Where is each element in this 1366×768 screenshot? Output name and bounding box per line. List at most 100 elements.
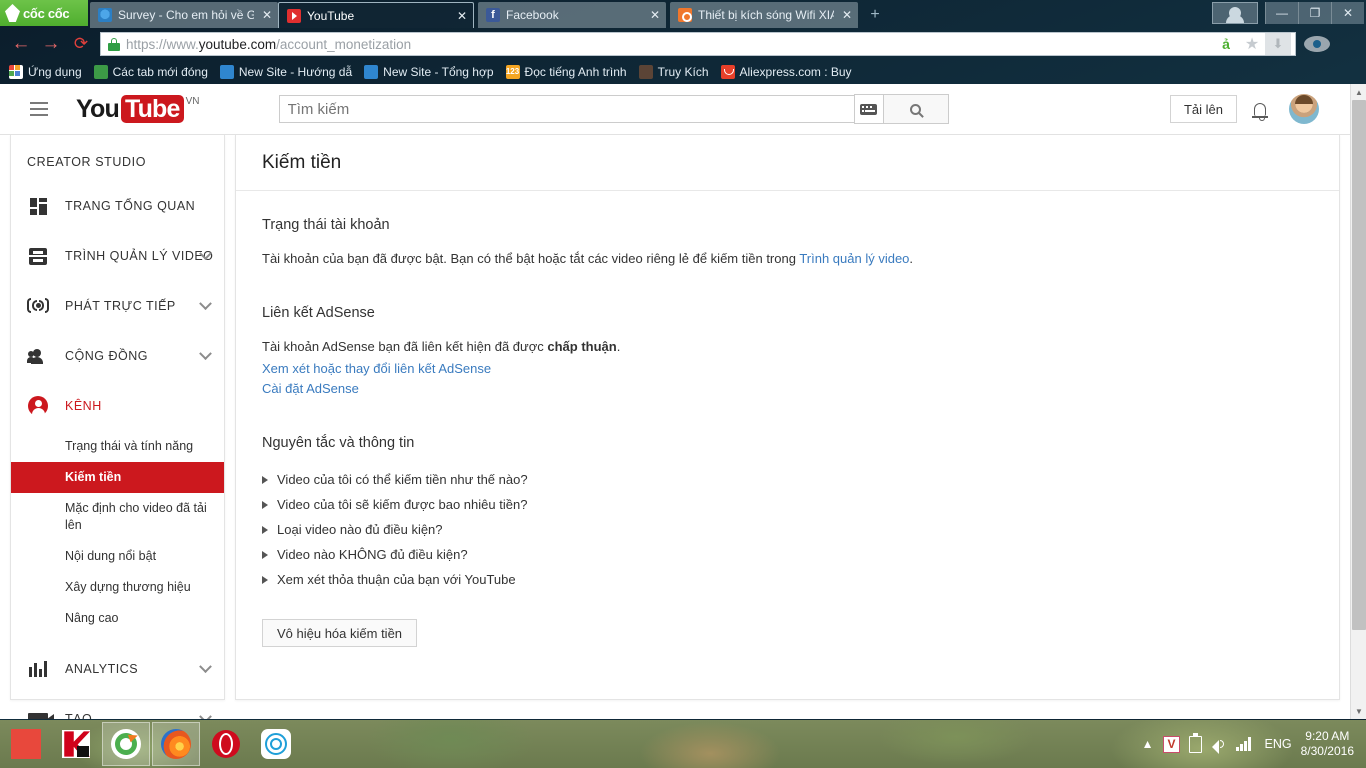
volume-icon[interactable] [1208, 729, 1232, 759]
taskbar-opera[interactable] [202, 722, 250, 766]
sidebar-item-video-manager[interactable]: TRÌNH QUẢN LÝ VIDEO [11, 231, 224, 281]
close-window-button[interactable]: ✕ [1331, 2, 1364, 24]
chevron-down-icon[interactable] [199, 709, 212, 719]
video-manager-link[interactable]: Trình quản lý video [799, 251, 909, 266]
person-icon [1226, 7, 1244, 23]
faq-label: Video của tôi sẽ kiếm được bao nhiêu tiề… [277, 497, 528, 512]
vietnamese-input-icon[interactable]: ả [1213, 33, 1239, 55]
tray-overflow-icon[interactable]: ▲ [1136, 729, 1160, 759]
tab-close-icon[interactable]: ✕ [455, 9, 469, 23]
network-signal-icon[interactable] [1232, 729, 1256, 759]
upload-button[interactable]: Tải lên [1169, 95, 1237, 123]
minimize-button[interactable]: — [1265, 2, 1298, 24]
adsense-settings-link[interactable]: Cài đặt AdSense [262, 381, 359, 396]
bookmark-recent-tabs[interactable]: Các tab mới đóng [91, 65, 217, 79]
browser-tab-facebook[interactable]: f Facebook ✕ [478, 2, 666, 28]
scroll-up-icon[interactable]: ▲ [1351, 84, 1366, 100]
url-path: /account_monetization [276, 36, 412, 52]
new-tab-button[interactable]: + [864, 5, 886, 25]
search-button[interactable] [883, 94, 949, 124]
adsense-review-link[interactable]: Xem xét hoặc thay đổi liên kết AdSense [262, 361, 491, 376]
browser-tab-survey[interactable]: Survey - Cho em hỏi về Go ✕ [90, 2, 278, 28]
community-icon [27, 349, 49, 364]
sidebar-item-label: KÊNH [65, 399, 102, 413]
logo-country-code: VN [185, 96, 200, 107]
start-button[interactable] [2, 722, 50, 766]
bookmark-star-icon[interactable]: ★ [1239, 33, 1265, 55]
disable-monetization-button[interactable]: Vô hiệu hóa kiếm tiền [262, 619, 418, 647]
faq-item[interactable]: Video của tôi có thể kiếm tiền như thế n… [262, 467, 1313, 492]
taskbar-itunes[interactable] [252, 722, 300, 766]
tab-close-icon[interactable]: ✕ [840, 8, 854, 22]
channel-icon [27, 396, 49, 416]
tab-close-icon[interactable]: ✕ [648, 8, 662, 22]
coccoc-logo: cốc cốc [0, 0, 88, 26]
sidebar-subitem-branding[interactable]: Xây dựng thương hiệu [11, 572, 224, 603]
faq-item[interactable]: Video nào KHÔNG đủ điều kiện? [262, 542, 1313, 567]
faq-list: Video của tôi có thể kiếm tiền như thế n… [262, 467, 1313, 592]
browser-tab-youtube[interactable]: YouTube ✕ [278, 2, 474, 28]
battery-icon[interactable] [1184, 729, 1208, 759]
bookmark-new-site-tonghop[interactable]: New Site - Tổng hợp [361, 65, 502, 79]
facebook-favicon-icon: f [486, 8, 500, 22]
bookmark-doc-tieng-anh[interactable]: 123 Đọc tiếng Anh trình [503, 65, 636, 79]
bookmark-new-site-huongdan[interactable]: New Site - Hướng dẫ [217, 65, 361, 79]
sidebar-item-analytics[interactable]: ANALYTICS [11, 644, 224, 694]
window-controls: — ❐ ✕ [1265, 2, 1364, 24]
faq-item[interactable]: Xem xét thỏa thuận của bạn với YouTube [262, 567, 1313, 592]
sidebar-item-dashboard[interactable]: TRANG TỔNG QUAN [11, 181, 224, 231]
truykich-icon [638, 65, 653, 79]
firefox-icon [161, 729, 191, 759]
reload-icon[interactable]: ⟳ [66, 29, 96, 59]
chevron-down-icon[interactable] [199, 346, 212, 360]
sidebar-item-create[interactable]: TẠO [11, 694, 224, 719]
guide-menu-icon[interactable] [30, 96, 56, 122]
chevron-down-icon[interactable] [199, 659, 212, 673]
bookmark-apps[interactable]: Ứng dụng [6, 65, 91, 79]
chevron-down-icon[interactable] [199, 296, 212, 310]
scrollbar-thumb[interactable] [1352, 100, 1366, 630]
language-indicator[interactable]: ENG [1256, 737, 1301, 751]
sidebar-subitem-status-features[interactable]: Trạng thái và tính năng [11, 431, 224, 462]
browser-profile-button[interactable] [1212, 2, 1258, 24]
page-scrollbar[interactable]: ▲ ▼ [1350, 84, 1366, 719]
sidebar-subitem-advanced[interactable]: Nâng cao [11, 603, 224, 634]
taskbar-coccoc[interactable] [102, 722, 150, 766]
taskbar-kaspersky[interactable] [52, 722, 100, 766]
download-icon[interactable]: ⬇ [1265, 33, 1291, 55]
notifications-button[interactable] [1237, 94, 1283, 124]
back-icon[interactable]: ← [6, 29, 36, 59]
triangle-right-icon [262, 500, 268, 509]
faq-item[interactable]: Loại video nào đủ điều kiện? [262, 517, 1313, 542]
browser-tab-wifi[interactable]: Thiết bị kích sóng Wifi XIA ✕ [670, 2, 858, 28]
virtual-keyboard-icon[interactable] [853, 94, 884, 124]
bookmark-aliexpress[interactable]: Aliexpress.com : Buy [718, 65, 861, 79]
creator-studio-body: CREATOR STUDIO TRANG TỔNG QUAN TRÌNH QUẢ… [0, 135, 1350, 719]
account-status-text-after: . [909, 251, 914, 266]
sidebar-item-live-streaming[interactable]: PHÁT TRỰC TIẾP [11, 281, 224, 331]
sidebar-subitem-featured-content[interactable]: Nội dung nổi bật [11, 541, 224, 572]
scroll-down-icon[interactable]: ▼ [1351, 703, 1366, 719]
bookmark-truy-kich[interactable]: Truy Kích [636, 65, 718, 79]
youtube-logo[interactable]: You Tube VN [76, 95, 200, 123]
bookmark-label: Ứng dụng [28, 65, 82, 79]
opera-icon [212, 730, 240, 758]
search-input[interactable] [278, 95, 854, 123]
bookmark-label: Đọc tiếng Anh trình [524, 65, 627, 79]
taskbar-firefox[interactable] [152, 722, 200, 766]
eye-protection-icon[interactable] [1304, 36, 1330, 52]
sidebar-item-community[interactable]: CỘNG ĐỒNG [11, 331, 224, 381]
tab-close-icon[interactable]: ✕ [260, 8, 274, 22]
logo-tube-text: Tube [120, 95, 184, 123]
address-bar[interactable]: https://www.youtube.com/account_monetiza… [100, 32, 1296, 56]
avatar[interactable] [1289, 94, 1319, 124]
faq-item[interactable]: Video của tôi sẽ kiếm được bao nhiêu tiề… [262, 492, 1313, 517]
unikey-tray-icon[interactable]: V [1160, 729, 1184, 759]
sidebar-item-label: ANALYTICS [65, 662, 139, 676]
clock[interactable]: 9:20 AM 8/30/2016 [1301, 729, 1360, 759]
sidebar-subitem-upload-defaults[interactable]: Mặc định cho video đã tải lên [11, 493, 224, 541]
restore-button[interactable]: ❐ [1298, 2, 1331, 24]
sidebar-subitem-monetization[interactable]: Kiếm tiền [11, 462, 224, 493]
forward-icon[interactable]: → [36, 29, 66, 59]
sidebar-item-channel[interactable]: KÊNH [11, 381, 224, 431]
